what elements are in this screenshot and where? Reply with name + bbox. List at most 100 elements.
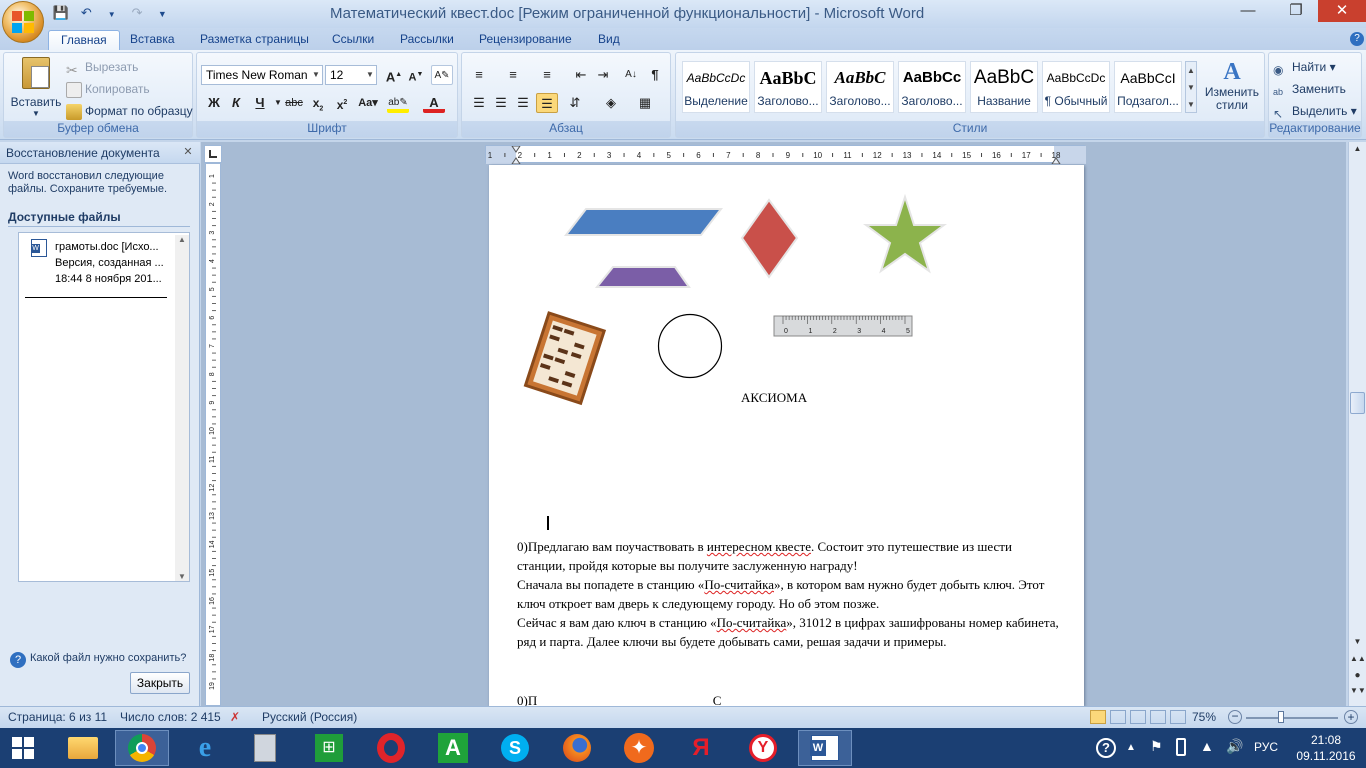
opera-icon[interactable]	[364, 730, 418, 766]
sort-icon[interactable]: A↓	[620, 65, 642, 85]
draft-icon[interactable]	[1170, 710, 1186, 724]
next-page-icon[interactable]: ▼▼	[1350, 686, 1366, 700]
strikethrough-icon[interactable]: abc	[283, 93, 305, 113]
format-painter-button[interactable]: Формат по образцу	[66, 101, 193, 121]
browse-object-icon[interactable]: ●	[1350, 670, 1365, 684]
undo-icon[interactable]: ↶	[77, 4, 95, 22]
style-item-subtitle[interactable]: AaBbCcI Подзагол...	[1114, 61, 1182, 113]
style-item-title[interactable]: AaBbC Название	[970, 61, 1038, 113]
help-link[interactable]: Какой файл нужно сохранить?	[30, 652, 186, 664]
document-body[interactable]: 0)Предлагаю вам поучаствовать в интересн…	[517, 537, 1062, 706]
font-size-combo[interactable]: 12 ▼	[325, 65, 377, 85]
style-item-normal[interactable]: AaBbCcDc ¶ Обычный	[1042, 61, 1110, 113]
abacus-image[interactable]	[523, 311, 607, 406]
show-marks-icon[interactable]: ¶	[644, 65, 666, 85]
styles-scroll[interactable]: ▲ ▼ ▼	[1185, 61, 1197, 113]
circle-shape[interactable]	[657, 313, 723, 379]
volume-icon[interactable]: 🔊	[1226, 738, 1243, 755]
trapezoid-shape[interactable]	[594, 266, 691, 288]
zoom-slider[interactable]	[1246, 717, 1338, 719]
scroll-thumb[interactable]	[1350, 392, 1365, 414]
shading-icon[interactable]: ◈	[600, 93, 622, 113]
aimp-icon[interactable]: A	[426, 730, 480, 766]
word-icon[interactable]: W	[798, 730, 852, 766]
language-indicator[interactable]: Русский (Россия)	[262, 707, 357, 728]
font-family-combo[interactable]: Times New Roman ▼	[201, 65, 323, 85]
ruler-image[interactable]: 0 1 2 3 4 5	[773, 315, 913, 337]
zoom-level[interactable]: 75%	[1192, 707, 1216, 728]
superscript-icon[interactable]: x2	[331, 93, 353, 113]
increase-indent-icon[interactable]: ⇥	[592, 65, 614, 85]
office-button[interactable]	[2, 1, 44, 43]
print-layout-icon[interactable]	[1090, 710, 1106, 724]
align-center-icon[interactable]: ☰	[490, 93, 512, 113]
ie-icon[interactable]: e	[178, 730, 232, 766]
tab-home[interactable]: Главная	[48, 30, 120, 50]
copy-button[interactable]: Копировать	[66, 79, 150, 99]
tab-page-layout[interactable]: Разметка страницы	[188, 30, 321, 50]
close-pane-button[interactable]: Закрыть	[130, 672, 190, 694]
file-explorer-icon[interactable]	[56, 730, 110, 766]
style-item-emphasis[interactable]: AaBbCcDc Выделение	[682, 61, 750, 113]
bullets-icon[interactable]: ≡	[468, 65, 490, 85]
help-icon[interactable]: ?	[1350, 32, 1364, 46]
select-button[interactable]: ↖ Выделить ▾	[1273, 101, 1357, 121]
help-tray-icon[interactable]: ?	[1096, 738, 1116, 758]
find-button[interactable]: ◉ Найти ▾	[1273, 57, 1336, 77]
full-screen-reading-icon[interactable]	[1110, 710, 1126, 724]
outline-icon[interactable]	[1150, 710, 1166, 724]
shrink-font-icon[interactable]: A▼	[405, 65, 427, 85]
language-tray[interactable]: РУС	[1254, 740, 1278, 754]
redo-icon[interactable]: ↷	[128, 4, 146, 22]
battery-icon[interactable]	[1176, 738, 1186, 756]
close-window-button[interactable]: ✕	[1318, 0, 1366, 22]
zoom-slider-thumb[interactable]	[1278, 711, 1284, 723]
customize-qat-icon[interactable]: ▼	[153, 5, 171, 23]
clock[interactable]: 21:08 09.11.2016	[1296, 732, 1356, 764]
tab-insert[interactable]: Вставка	[118, 30, 187, 50]
tab-mailings[interactable]: Рассылки	[388, 30, 466, 50]
horizontal-ruler[interactable]: 1 2 1 2 3 4 5 6 7 8 9 10 11 12 13 14 15 16 17 18	[485, 145, 1086, 165]
minimize-button[interactable]: —	[1226, 0, 1270, 22]
star-shape[interactable]	[863, 193, 947, 274]
change-case-icon[interactable]: Aa▾	[357, 93, 379, 113]
numbering-icon[interactable]: ≡	[502, 65, 524, 85]
firefox-icon[interactable]	[550, 730, 604, 766]
line-spacing-icon[interactable]: ⇵	[564, 93, 586, 113]
align-right-icon[interactable]: ☰	[512, 93, 534, 113]
tab-references[interactable]: Ссылки	[320, 30, 386, 50]
scroll-up-icon[interactable]: ▲	[1350, 144, 1365, 158]
borders-icon[interactable]: ▦	[634, 93, 656, 113]
pane-close-icon[interactable]: ✕	[181, 145, 195, 159]
flag-icon[interactable]: ⚑	[1150, 738, 1163, 755]
document-page[interactable]: 0 1 2 3 4 5 АКСИОМА 0)Предлагаю вам поучаство…	[489, 165, 1084, 706]
zoom-out-icon[interactable]: −	[1228, 710, 1242, 724]
paste-button[interactable]: Вставить ▼	[8, 57, 64, 121]
yandex-icon[interactable]: Я	[674, 730, 728, 766]
highlight-icon[interactable]: ab✎	[387, 93, 409, 113]
tab-view[interactable]: Вид	[586, 30, 632, 50]
justify-icon[interactable]: ☰	[536, 93, 558, 113]
subscript-icon[interactable]: x2	[307, 93, 329, 113]
chevron-down-icon[interactable]: ▼	[364, 66, 376, 84]
start-icon[interactable]	[0, 730, 46, 766]
bold-icon[interactable]: Ж	[203, 93, 225, 113]
cut-button[interactable]: ✂ Вырезать	[66, 57, 138, 78]
parallelogram-shape[interactable]	[563, 208, 724, 236]
decrease-indent-icon[interactable]: ⇤	[570, 65, 592, 85]
tab-review[interactable]: Рецензирование	[467, 30, 584, 50]
chevron-down-icon[interactable]: ▼	[310, 66, 322, 84]
tray-expand-icon[interactable]: ▲	[1126, 742, 1136, 753]
style-item-heading1[interactable]: AaBbC Заголово...	[754, 61, 822, 113]
store-icon[interactable]: ⊞	[302, 730, 356, 766]
file-list-scrollbar[interactable]: ▲ ▼	[175, 235, 189, 581]
tab-selector[interactable]	[204, 145, 222, 163]
replace-button[interactable]: ab Заменить	[1273, 79, 1346, 99]
clear-formatting-icon[interactable]: A✎	[431, 65, 453, 85]
recovered-file-item[interactable]: W грамоты.doc [Исхо... Версия, созданная…	[21, 235, 175, 285]
proofing-icon[interactable]: ✗	[230, 707, 240, 728]
help-circle-icon[interactable]: ?	[10, 652, 26, 668]
previous-page-icon[interactable]: ▲▲	[1350, 654, 1366, 668]
change-styles-button[interactable]: A Изменить стили	[1202, 59, 1262, 119]
vertical-scrollbar[interactable]: ▲ ▼ ▲▲ ● ▼▼	[1348, 142, 1366, 706]
